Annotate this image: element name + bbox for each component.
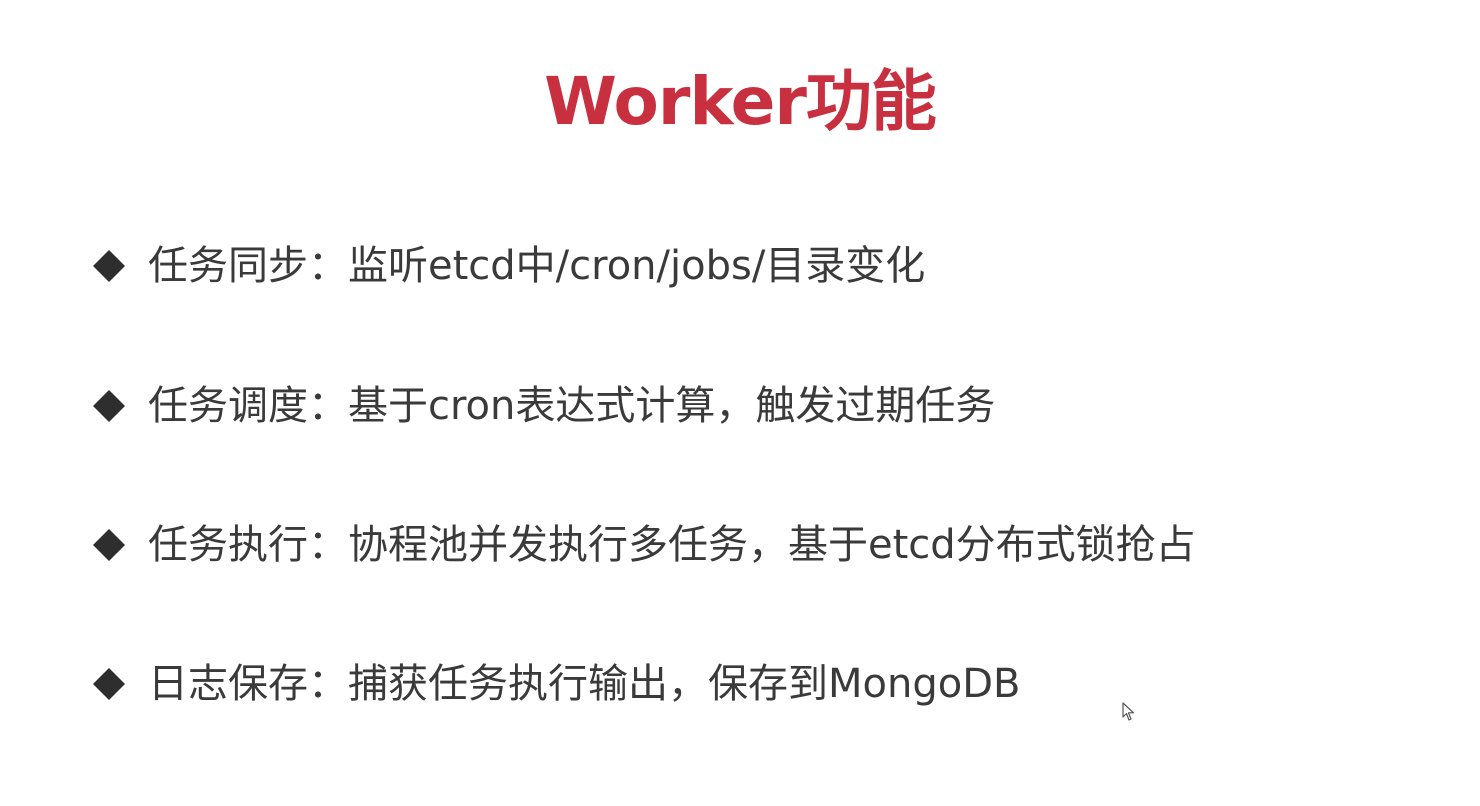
slide: Worker功能 任务同步：监听etcd中/cron/jobs/目录变化 任务调…	[0, 0, 1480, 806]
bullet-description: 监听etcd中/cron/jobs/目录变化	[348, 243, 926, 289]
bullet-separator: ：	[308, 661, 348, 707]
diamond-icon	[92, 389, 126, 423]
bullet-text: 任务调度：基于cron表达式计算，触发过期任务	[148, 376, 995, 436]
bullet-description: 捕获任务执行输出，保存到MongoDB	[348, 661, 1021, 707]
diamond-icon	[92, 667, 126, 701]
bullet-label: 任务调度	[148, 383, 308, 429]
bullet-text: 任务同步：监听etcd中/cron/jobs/目录变化	[148, 236, 925, 296]
bullet-text: 日志保存：捕获任务执行输出，保存到MongoDB	[148, 654, 1020, 714]
bullet-text: 任务执行：协程池并发执行多任务，基于etcd分布式锁抢占	[148, 515, 1196, 575]
bullet-label: 日志保存	[148, 661, 308, 707]
bullet-separator: ：	[308, 243, 348, 289]
bullet-label: 任务执行	[148, 522, 308, 568]
bullet-separator: ：	[308, 522, 348, 568]
bullet-item-task-execution: 任务执行：协程池并发执行多任务，基于etcd分布式锁抢占	[92, 515, 1196, 575]
bullet-item-log-saving: 日志保存：捕获任务执行输出，保存到MongoDB	[92, 654, 1020, 714]
diamond-icon	[92, 528, 126, 562]
slide-title: Worker功能	[544, 63, 937, 140]
bullet-separator: ：	[308, 383, 348, 429]
bullet-description: 基于cron表达式计算，触发过期任务	[348, 383, 996, 429]
bullet-item-task-sync: 任务同步：监听etcd中/cron/jobs/目录变化	[92, 236, 925, 296]
bullet-description: 协程池并发执行多任务，基于etcd分布式锁抢占	[348, 522, 1196, 568]
bullet-item-task-scheduling: 任务调度：基于cron表达式计算，触发过期任务	[92, 376, 995, 436]
diamond-icon	[92, 249, 126, 283]
bullet-label: 任务同步	[148, 243, 308, 289]
mouse-pointer-icon	[1122, 702, 1136, 722]
